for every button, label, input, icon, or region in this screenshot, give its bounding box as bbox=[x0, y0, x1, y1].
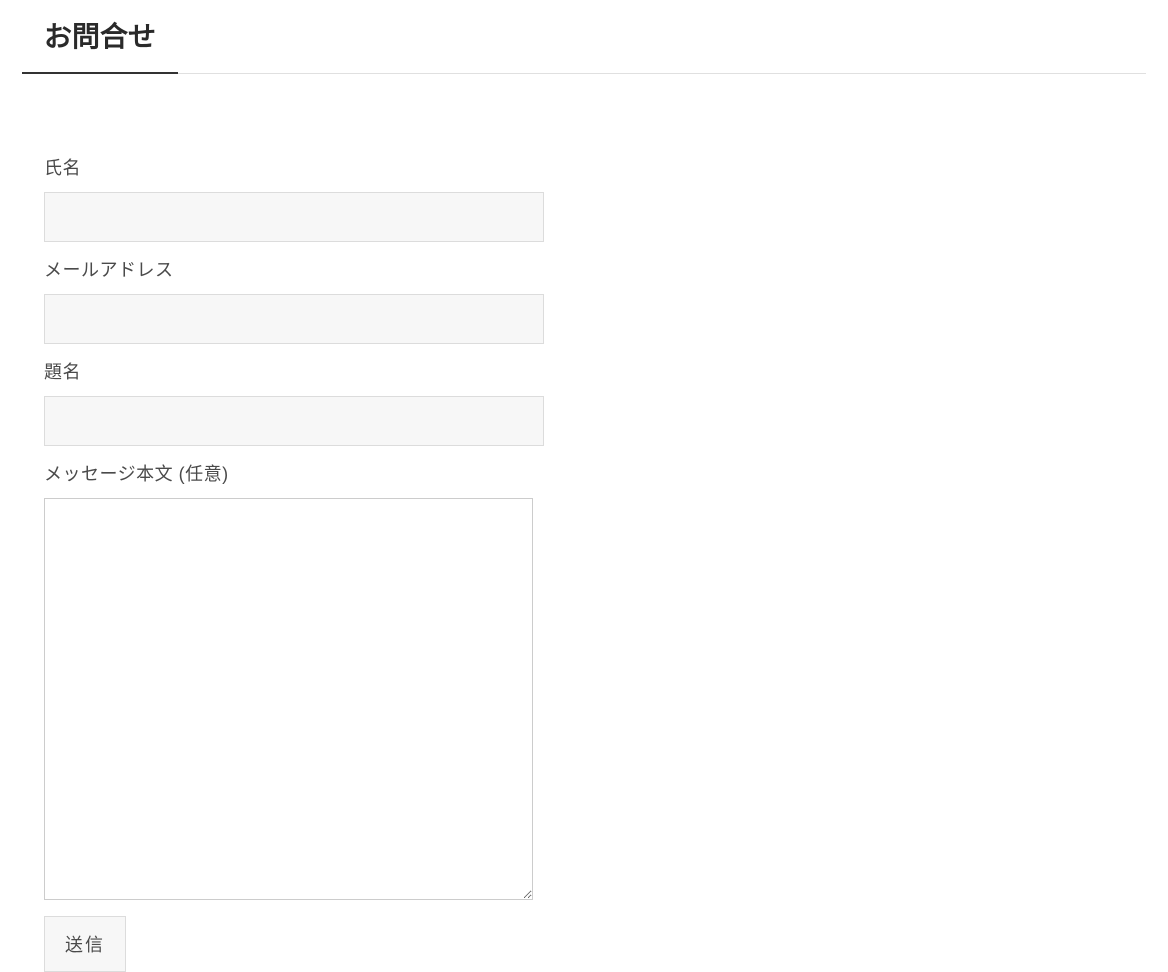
name-input[interactable] bbox=[44, 192, 544, 242]
name-label: 氏名 bbox=[44, 154, 1124, 180]
subject-input[interactable] bbox=[44, 396, 544, 446]
contact-form: 氏名 メールアドレス 題名 メッセージ本文 (任意) 送信 bbox=[22, 154, 1146, 972]
page-title: お問合せ bbox=[22, 0, 178, 73]
form-group-email: メールアドレス bbox=[44, 256, 1124, 344]
submit-button[interactable]: 送信 bbox=[44, 916, 126, 972]
page-title-wrapper: お問合せ bbox=[22, 0, 1146, 74]
form-group-name: 氏名 bbox=[44, 154, 1124, 242]
subject-label: 題名 bbox=[44, 358, 1124, 384]
form-group-subject: 題名 bbox=[44, 358, 1124, 446]
email-input[interactable] bbox=[44, 294, 544, 344]
message-textarea[interactable] bbox=[44, 498, 533, 900]
email-label: メールアドレス bbox=[44, 256, 1124, 282]
message-label: メッセージ本文 (任意) bbox=[44, 460, 1124, 486]
form-group-message: メッセージ本文 (任意) bbox=[44, 460, 1124, 900]
